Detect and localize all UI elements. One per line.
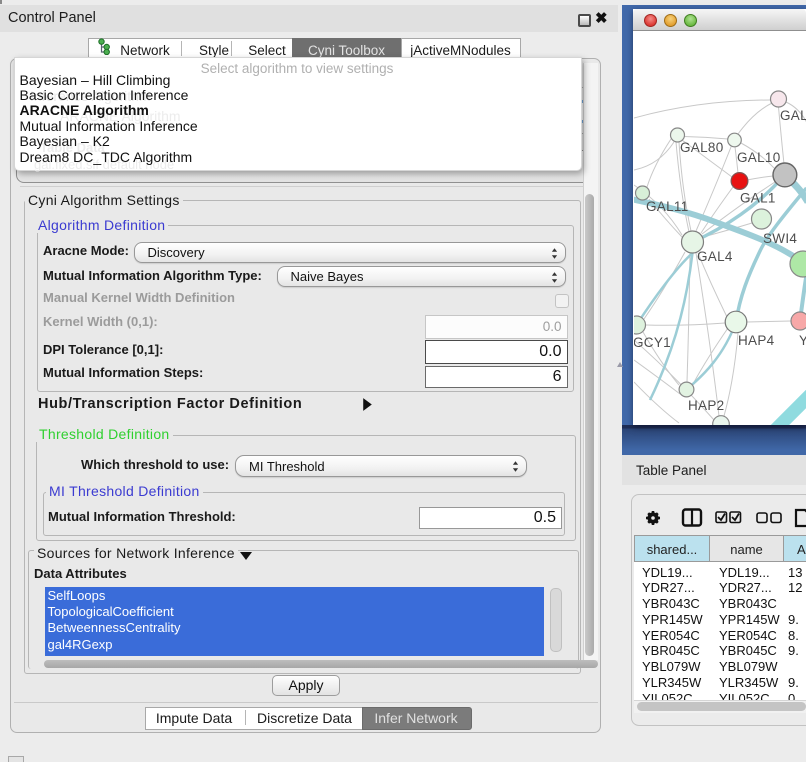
svg-text:GAL4: GAL4 <box>697 249 733 264</box>
svg-text:GAL11: GAL11 <box>646 199 689 214</box>
svg-text:SWI4: SWI4 <box>763 231 797 246</box>
svg-text:GAL7: GAL7 <box>780 108 806 123</box>
svg-text:GAL10: GAL10 <box>737 150 781 165</box>
svg-text:HAP4: HAP4 <box>738 333 775 348</box>
svg-text:Y: Y <box>799 333 806 348</box>
svg-text:GAL1: GAL1 <box>740 191 776 206</box>
svg-text:HAP2: HAP2 <box>688 398 724 413</box>
svg-text:GAL80: GAL80 <box>680 140 724 155</box>
svg-text:GCY1: GCY1 <box>634 335 671 350</box>
